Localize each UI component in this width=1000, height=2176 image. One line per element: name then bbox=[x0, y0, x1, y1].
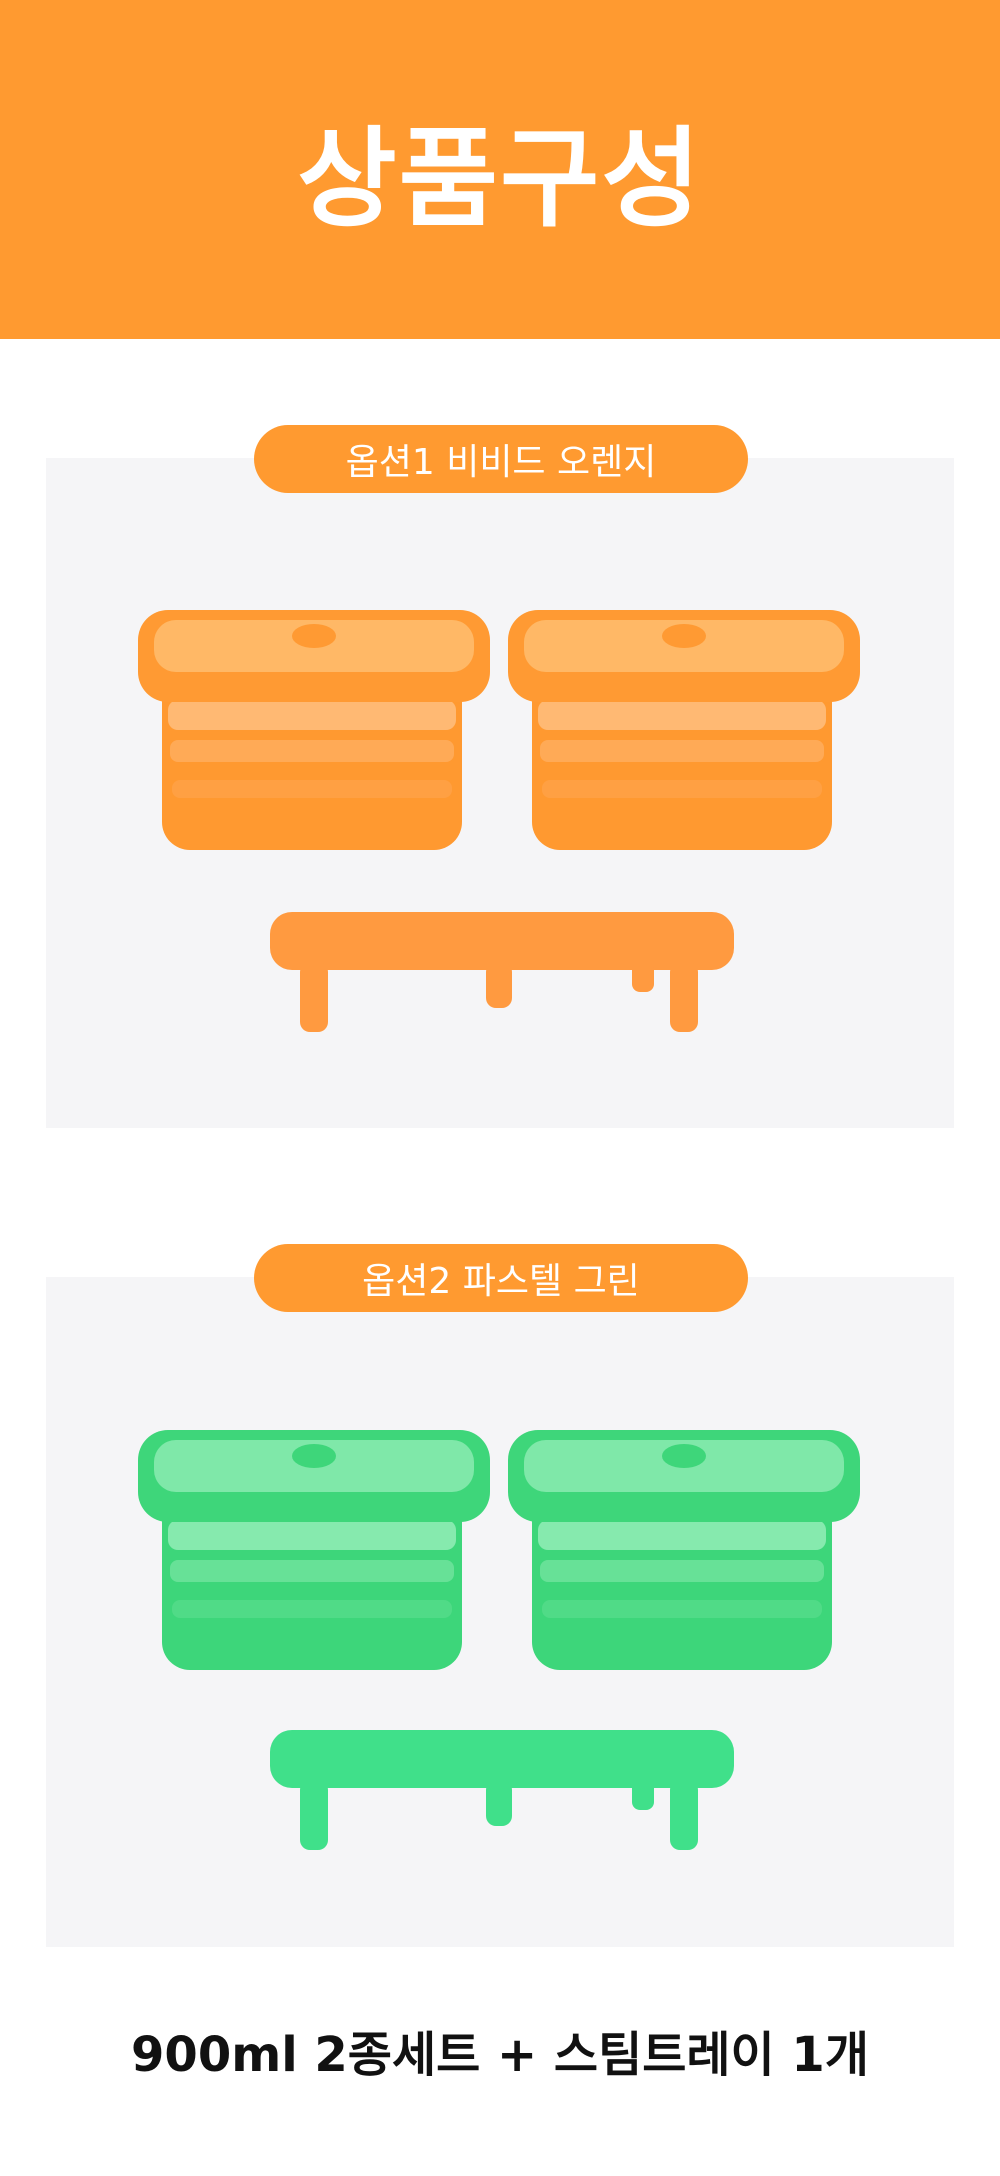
header-banner: 상품구성 bbox=[0, 0, 1000, 339]
option-2-steam-tray bbox=[270, 1730, 734, 1850]
page-title: 상품구성 bbox=[297, 116, 703, 242]
option-2-container-right bbox=[508, 1430, 860, 1670]
option-1-steam-tray bbox=[270, 912, 734, 1032]
option-2-container-left bbox=[138, 1430, 490, 1670]
option-2-label: 옵션2 파스텔 그린 bbox=[254, 1244, 748, 1312]
set-composition-text: 900ml 2종세트 + 스팀트레이 1개 bbox=[131, 2027, 869, 2083]
option-1-label: 옵션1 비비드 오렌지 bbox=[254, 425, 748, 493]
option-1-container-right bbox=[508, 610, 860, 850]
option-1-container-left bbox=[138, 610, 490, 850]
